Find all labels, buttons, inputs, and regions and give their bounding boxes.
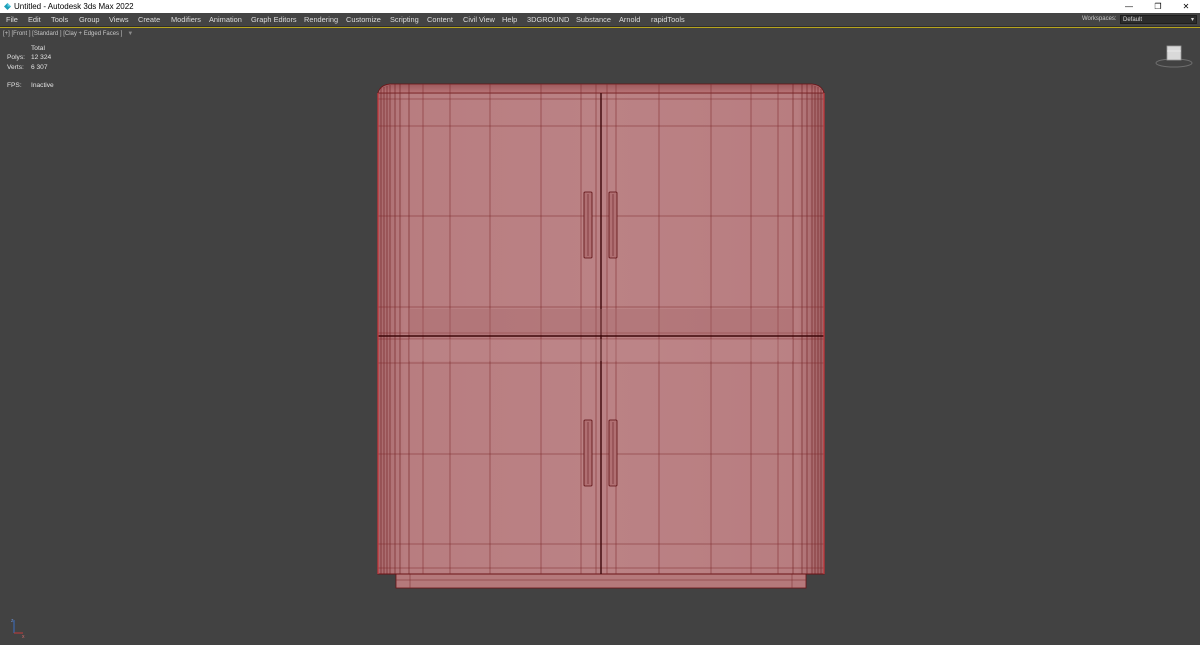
- menu-3dground[interactable]: 3DGROUND: [527, 13, 569, 26]
- workspace-dropdown[interactable]: Default ▾: [1120, 15, 1197, 24]
- menu-arnold[interactable]: Arnold: [619, 13, 640, 26]
- menu-rendering[interactable]: Rendering: [304, 13, 338, 26]
- viewcube-icon[interactable]: [1154, 43, 1194, 69]
- fps-value: Inactive: [31, 81, 54, 89]
- menu-bar: File Edit Tools Group Views Create Modif…: [0, 13, 1200, 27]
- menu-help[interactable]: Help: [502, 13, 517, 26]
- menu-views[interactable]: Views: [109, 13, 129, 26]
- menu-edit[interactable]: Edit: [28, 13, 41, 26]
- menu-file[interactable]: File: [6, 13, 18, 26]
- minimize-button[interactable]: —: [1114, 0, 1144, 13]
- menu-graph-editors[interactable]: Graph Editors: [251, 13, 297, 26]
- menu-animation[interactable]: Animation: [209, 13, 242, 26]
- menu-group[interactable]: Group: [79, 13, 100, 26]
- filter-icon[interactable]: ▼: [127, 31, 133, 37]
- verts-value: 6 307: [31, 63, 48, 71]
- front-viewport[interactable]: [+] [Front ] [Standard ] [Clay + Edged F…: [0, 27, 1200, 645]
- app-icon: [4, 3, 11, 10]
- menu-rapidtools[interactable]: rapidTools: [651, 13, 685, 26]
- close-button[interactable]: ✕: [1171, 0, 1200, 13]
- menu-customize[interactable]: Customize: [346, 13, 381, 26]
- polys-value: 12 324: [31, 54, 52, 62]
- workspaces-label: Workspaces:: [1082, 16, 1117, 22]
- menu-civil-view[interactable]: Civil View: [463, 13, 495, 26]
- viewport-label-text: [+] [Front ] [Standard ] [Clay + Edged F…: [3, 31, 123, 37]
- svg-text:x: x: [22, 634, 25, 639]
- polys-label: Polys:: [7, 54, 25, 62]
- verts-label: Verts:: [7, 63, 24, 71]
- window-title: Untitled - Autodesk 3ds Max 2022: [14, 2, 134, 11]
- menu-modifiers[interactable]: Modifiers: [171, 13, 201, 26]
- menu-scripting[interactable]: Scripting: [390, 13, 419, 26]
- fps-label: FPS:: [7, 81, 22, 89]
- cabinet-top: [377, 83, 825, 94]
- cabinet-model[interactable]: [375, 83, 827, 593]
- statistics-overlay: Total Polys: 12 324 Verts: 6 307 FPS: Inact…: [7, 44, 54, 90]
- dropdown-arrow-icon: ▾: [1190, 17, 1194, 23]
- stats-header: Total: [31, 45, 45, 52]
- axis-tripod-icon: z x: [11, 618, 25, 639]
- workspace-value: Default: [1123, 17, 1143, 23]
- viewport-label[interactable]: [+] [Front ] [Standard ] [Clay + Edged F…: [3, 31, 133, 37]
- menu-content[interactable]: Content: [427, 13, 453, 26]
- menu-tools[interactable]: Tools: [51, 13, 68, 26]
- menu-substance[interactable]: Substance: [576, 13, 611, 26]
- title-bar: Untitled - Autodesk 3ds Max 2022 — ❐ ✕: [0, 0, 1200, 13]
- menu-create[interactable]: Create: [138, 13, 160, 26]
- restore-button[interactable]: ❐: [1143, 0, 1173, 13]
- cabinet-plinth: [395, 572, 807, 589]
